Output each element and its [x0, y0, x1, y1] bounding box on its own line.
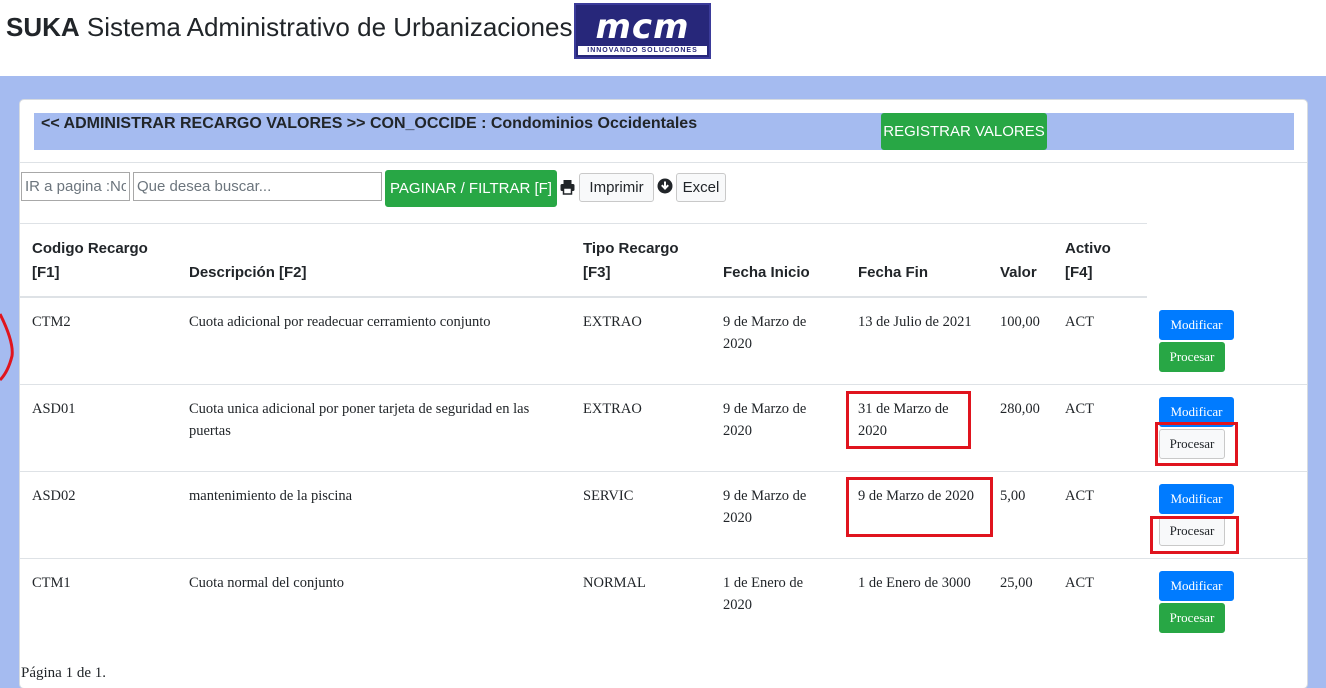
row-divider	[20, 558, 1307, 559]
logo-subtext: INNOVANDO SOLUCIONES	[578, 46, 707, 55]
cell-tipo: NORMAL	[583, 575, 646, 591]
cell-fecha-inicio: 9 de Marzo de 2020	[723, 401, 807, 439]
column-header-codigo[interactable]: Codigo Recargo [F1]	[32, 237, 148, 285]
annotation-highlight-box	[846, 477, 993, 537]
excel-button[interactable]: Excel	[676, 173, 726, 202]
page-title: << ADMINISTRAR RECARGO VALORES >> CON_OC…	[41, 115, 698, 132]
app-name: SUKA	[6, 12, 80, 42]
column-header-tipo[interactable]: Tipo Recargo [F3]	[583, 237, 679, 285]
cell-fecha-fin: 1 de Enero de 3000	[858, 575, 971, 591]
cell-descripcion: Cuota adicional por readecuar cerramient…	[189, 314, 491, 330]
process-button[interactable]: Procesar	[1159, 342, 1225, 372]
register-values-button[interactable]: REGISTRAR VALORES	[881, 113, 1047, 150]
annotation-highlight-box	[846, 391, 971, 449]
cell-activo: ACT	[1065, 488, 1094, 504]
cell-fecha-inicio: 9 de Marzo de 2020	[723, 314, 807, 352]
row-divider	[20, 384, 1307, 385]
print-button[interactable]: Imprimir	[579, 173, 654, 202]
download-circle-icon[interactable]	[657, 178, 673, 194]
cell-descripcion: mantenimiento de la piscina	[189, 488, 353, 504]
cell-activo: ACT	[1065, 575, 1094, 591]
column-header-descripcion[interactable]: Descripción [F2]	[189, 261, 307, 285]
cell-descripcion: Cuota unica adicional por poner tarjeta …	[189, 401, 530, 439]
goto-page-input[interactable]	[21, 172, 130, 201]
cell-valor: 25,00	[1000, 575, 1033, 591]
logo-text: mcm	[576, 7, 709, 47]
modify-button[interactable]: Modificar	[1159, 571, 1234, 601]
paginate-filter-button[interactable]: PAGINAR / FILTRAR [F]	[385, 170, 557, 207]
cell-codigo: ASD02	[32, 488, 76, 504]
cell-activo: ACT	[1065, 401, 1094, 417]
cell-fecha-inicio: 9 de Marzo de 2020	[723, 488, 807, 526]
modify-button[interactable]: Modificar	[1159, 310, 1234, 340]
print-icon[interactable]	[559, 179, 576, 195]
app-title: SUKA Sistema Administrativo de Urbanizac…	[6, 12, 572, 43]
pagination-info: Página 1 de 1.	[21, 665, 106, 681]
column-header-fecha-fin: Fecha Fin	[858, 264, 929, 281]
cell-tipo: EXTRAO	[583, 314, 642, 330]
cell-fecha-inicio: 1 de Enero de 2020	[723, 575, 804, 613]
column-header-fecha-inicio: Fecha Inicio	[723, 264, 810, 281]
card-header: << ADMINISTRAR RECARGO VALORES >> CON_OC…	[34, 113, 1294, 150]
modify-button[interactable]: Modificar	[1159, 484, 1234, 514]
process-button[interactable]: Procesar	[1159, 603, 1225, 633]
cell-tipo: SERVIC	[583, 488, 634, 504]
search-input[interactable]	[133, 172, 382, 201]
cell-valor: 5,00	[1000, 488, 1026, 504]
annotation-highlight-box	[1155, 422, 1238, 466]
cell-codigo: CTM1	[32, 575, 71, 591]
cell-fecha-fin: 13 de Julio de 2021	[858, 314, 972, 330]
header-divider	[20, 162, 1307, 163]
top-bar: SUKA Sistema Administrativo de Urbanizac…	[0, 0, 1326, 76]
cell-codigo: ASD01	[32, 401, 76, 417]
annotation-highlight-box	[1150, 516, 1239, 554]
app-subtitle: Sistema Administrativo de Urbanizaciones	[86, 12, 573, 42]
company-logo: mcm INNOVANDO SOLUCIONES	[574, 3, 711, 59]
column-header-valor: Valor	[1000, 264, 1037, 281]
cell-activo: ACT	[1065, 314, 1094, 330]
cell-tipo: EXTRAO	[583, 401, 642, 417]
cell-descripcion: Cuota normal del conjunto	[189, 575, 345, 591]
toolbar-divider	[20, 223, 1147, 224]
cell-valor: 280,00	[1000, 401, 1040, 417]
table-header-divider	[20, 296, 1147, 298]
cell-codigo: CTM2	[32, 314, 71, 330]
row-divider	[20, 471, 1307, 472]
column-header-activo[interactable]: Activo [F4]	[1065, 237, 1111, 285]
annotation-bracket-mark	[0, 313, 14, 382]
cell-valor: 100,00	[1000, 314, 1040, 330]
main-card: << ADMINISTRAR RECARGO VALORES >> CON_OC…	[19, 99, 1308, 688]
